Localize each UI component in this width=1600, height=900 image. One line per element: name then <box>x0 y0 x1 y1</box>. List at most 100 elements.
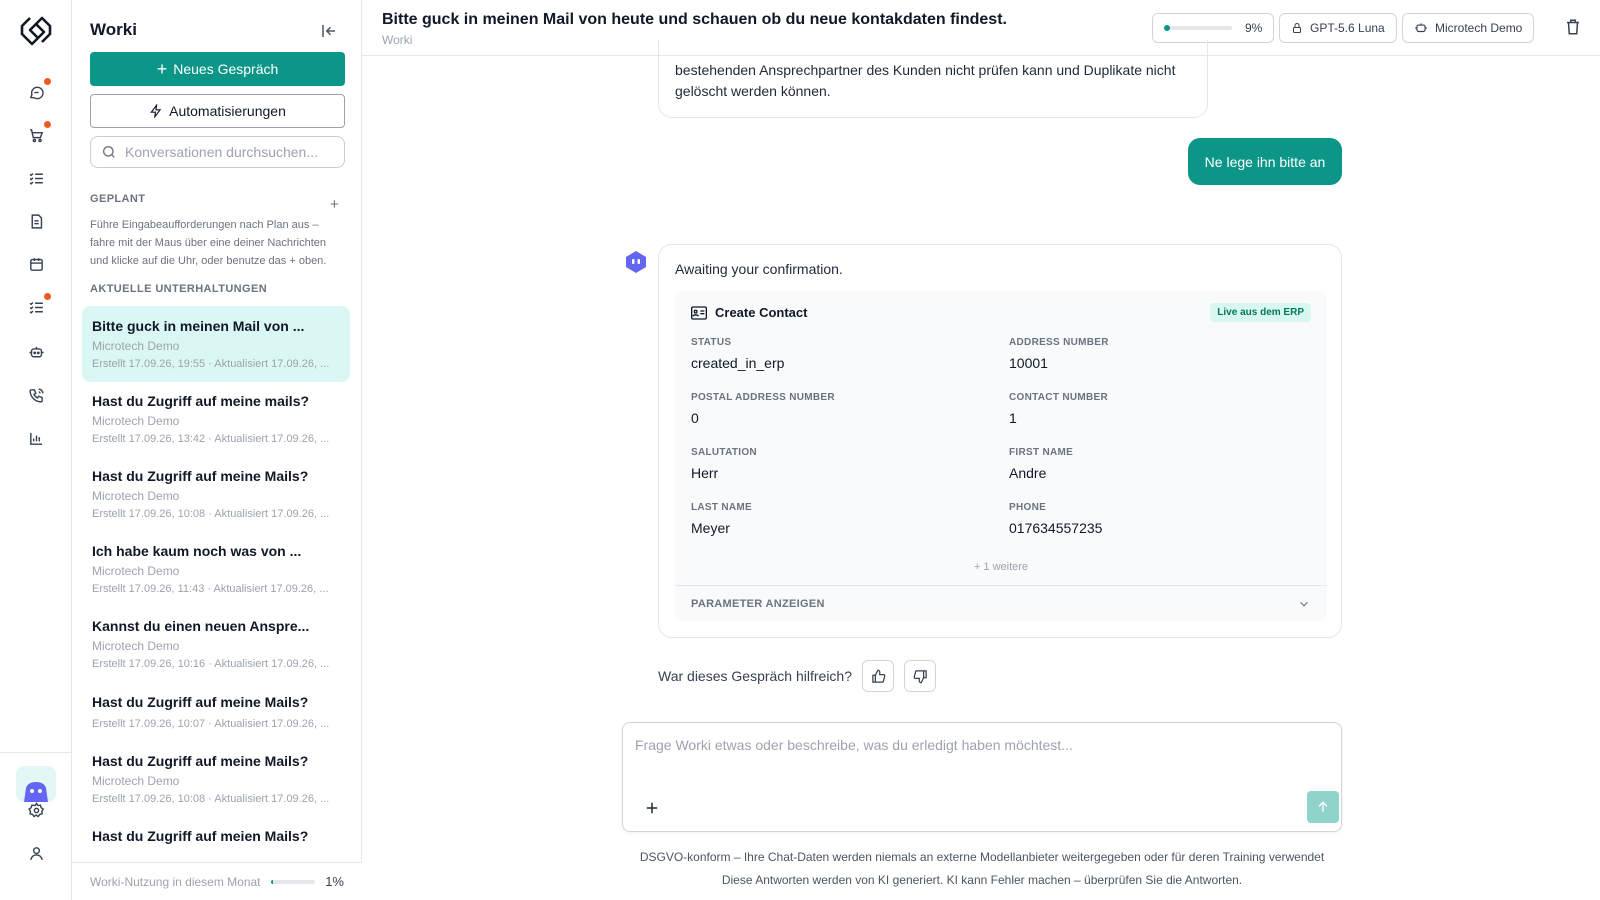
thumbs-down-button[interactable] <box>904 660 937 692</box>
calendar-nav-button[interactable] <box>22 250 50 278</box>
automations-button[interactable]: Automatisierungen <box>90 94 345 128</box>
calendar-icon <box>29 257 43 271</box>
live-erp-badge: Live aus dem ERP <box>1210 303 1311 322</box>
notification-dot <box>44 293 51 300</box>
recent-heading: AKTUELLE UNTERHALTUNGEN <box>90 283 268 295</box>
conversation-item[interactable]: Kannst du einen neuen Anspre... Microtec… <box>82 606 350 682</box>
agents-nav-button[interactable] <box>22 338 50 366</box>
conversation-workspace: Microtech Demo <box>92 774 180 788</box>
profile-nav-button[interactable] <box>22 839 50 867</box>
tool-result-card: Create Contact Live aus dem ERP STATUS c… <box>675 291 1327 621</box>
attach-plus-icon[interactable] <box>643 799 661 817</box>
conversation-item[interactable]: Hast du Zugriff auf meine Mails? Microte… <box>82 456 350 532</box>
tool-card-title: Create Contact <box>715 305 808 320</box>
field-label: SALUTATION <box>691 447 757 458</box>
context-usage-pill[interactable]: 9% <box>1152 13 1275 43</box>
field-value: Herr <box>691 465 719 481</box>
field-value: Andre <box>1009 465 1047 481</box>
cart-nav-button[interactable] <box>22 121 51 149</box>
show-parameters-label: PARAMETER ANZEIGEN <box>691 597 825 610</box>
add-schedule-icon[interactable]: + <box>330 196 339 213</box>
conversation-meta: Erstellt 17.09.26, 13:42 · Aktualisiert … <box>92 433 330 445</box>
chat-title: Bitte guck in meinen Mail von heute und … <box>382 11 1007 28</box>
conversation-title: Ich habe kaum noch was von ... <box>92 543 302 559</box>
conversation-meta: Erstellt 17.09.26, 10:08 · Aktualisiert … <box>92 793 330 805</box>
conversation-title: Hast du Zugriff auf meine Mails? <box>92 694 309 710</box>
chart-icon <box>29 432 42 445</box>
rail-divider <box>0 752 72 753</box>
privacy-note: DSGVO-konform – Ihre Chat-Daten werden n… <box>639 850 1325 864</box>
field-label: LAST NAME <box>691 502 753 513</box>
more-fields-link[interactable]: + 1 weitere <box>675 561 1327 573</box>
conversation-item[interactable]: Hast du Zugriff auf meine Mails? Microte… <box>82 741 350 817</box>
conversation-workspace: Microtech Demo <box>92 564 180 578</box>
delete-chat-icon[interactable] <box>1564 18 1582 36</box>
conversation-item[interactable]: Hast du Zugriff auf meien Mails? <box>82 816 350 860</box>
show-parameters-toggle[interactable]: PARAMETER ANZEIGEN <box>675 585 1327 621</box>
robot-icon <box>1415 23 1427 33</box>
usage-percent: 1% <box>325 874 344 889</box>
search-input[interactable] <box>125 144 335 160</box>
conversation-item[interactable]: Ich habe kaum noch was von ... Microtech… <box>82 531 350 607</box>
robot-icon <box>28 346 44 357</box>
thumbs-up-button[interactable] <box>862 660 895 692</box>
field-label: ADDRESS NUMBER <box>1009 337 1109 348</box>
document-nav-button[interactable] <box>22 207 50 235</box>
cart-icon <box>29 128 43 142</box>
thumbs-down-icon <box>913 669 927 683</box>
conversation-workspace: Microtech Demo <box>92 339 180 353</box>
chat-icon <box>29 86 44 99</box>
tasks-nav-button[interactable] <box>22 293 51 321</box>
contact-card-icon <box>691 305 707 320</box>
field-value: created_in_erp <box>691 355 785 371</box>
analytics-nav-button[interactable] <box>22 424 50 452</box>
context-usage-bar <box>1164 25 1232 31</box>
lightning-icon <box>150 104 162 118</box>
chat-nav-button[interactable] <box>22 78 51 106</box>
automations-label: Automatisierungen <box>169 103 286 119</box>
conversation-item[interactable]: Hast du Zugriff auf meine Mails? Erstell… <box>82 682 350 740</box>
conversation-title: Hast du Zugriff auf meine Mails? <box>92 753 309 769</box>
field-label: CONTACT NUMBER <box>1009 392 1109 403</box>
feedback-row: War dieses Gespräch hilfreich? <box>658 660 937 692</box>
chat-main: Bitte guck in meinen Mail von heute und … <box>362 0 1600 900</box>
document-icon <box>31 213 42 229</box>
worki-bot-avatar-icon <box>626 251 646 273</box>
chevron-down-icon <box>1300 601 1308 607</box>
conversation-title: Hast du Zugriff auf meien Mails? <box>92 828 309 844</box>
phone-icon <box>28 387 44 403</box>
collapse-sidebar-icon[interactable] <box>320 22 338 40</box>
field-label: STATUS <box>691 337 732 348</box>
conversation-item[interactable]: Bitte guck in meinen Mail von ... Microt… <box>82 306 350 382</box>
phone-nav-button[interactable] <box>22 381 50 409</box>
message-input[interactable] <box>635 737 1325 777</box>
context-usage-indicator <box>1164 25 1171 31</box>
usage-label: Worki-Nutzung in diesem Monat <box>90 874 261 889</box>
planned-heading: GEPLANT <box>90 193 146 205</box>
context-usage-percent: 9% <box>1245 21 1263 35</box>
icon-rail <box>0 0 72 900</box>
model-label: GPT-5.6 Luna <box>1310 21 1385 35</box>
worki-logo-icon[interactable] <box>18 14 54 50</box>
settings-nav-button[interactable] <box>22 796 50 824</box>
conversation-meta: Erstellt 17.09.26, 10:08 · Aktualisiert … <box>92 508 330 520</box>
model-selector[interactable]: GPT-5.6 Luna <box>1279 13 1397 43</box>
user-message: Ne lege ihn bitte an <box>1188 138 1342 185</box>
tool-card-header: Create Contact <box>691 305 807 320</box>
send-button[interactable] <box>1307 791 1339 823</box>
conversation-title: Kannst du einen neuen Anspre... <box>92 618 310 634</box>
field-value: 0 <box>691 410 699 426</box>
conversation-workspace: Microtech Demo <box>92 489 180 503</box>
assistant-message-previous: bestehenden Ansprechpartner des Kunden n… <box>658 40 1208 118</box>
arrow-up-icon <box>1318 801 1328 812</box>
checklist-nav-button[interactable] <box>22 164 50 192</box>
conversation-search[interactable] <box>90 136 345 168</box>
new-chat-button[interactable]: + Neues Gespräch <box>90 52 345 86</box>
conversation-workspace: Microtech Demo <box>92 639 180 653</box>
conversation-item[interactable]: Hast du Zugriff auf meine mails? Microte… <box>82 381 350 457</box>
monthly-usage: Worki-Nutzung in diesem Monat 1% <box>72 862 362 900</box>
field-value: 017634557235 <box>1009 520 1103 536</box>
field-value: 10001 <box>1009 355 1048 371</box>
workspace-selector[interactable]: Microtech Demo <box>1402 13 1535 43</box>
plus-icon: + <box>156 59 168 79</box>
